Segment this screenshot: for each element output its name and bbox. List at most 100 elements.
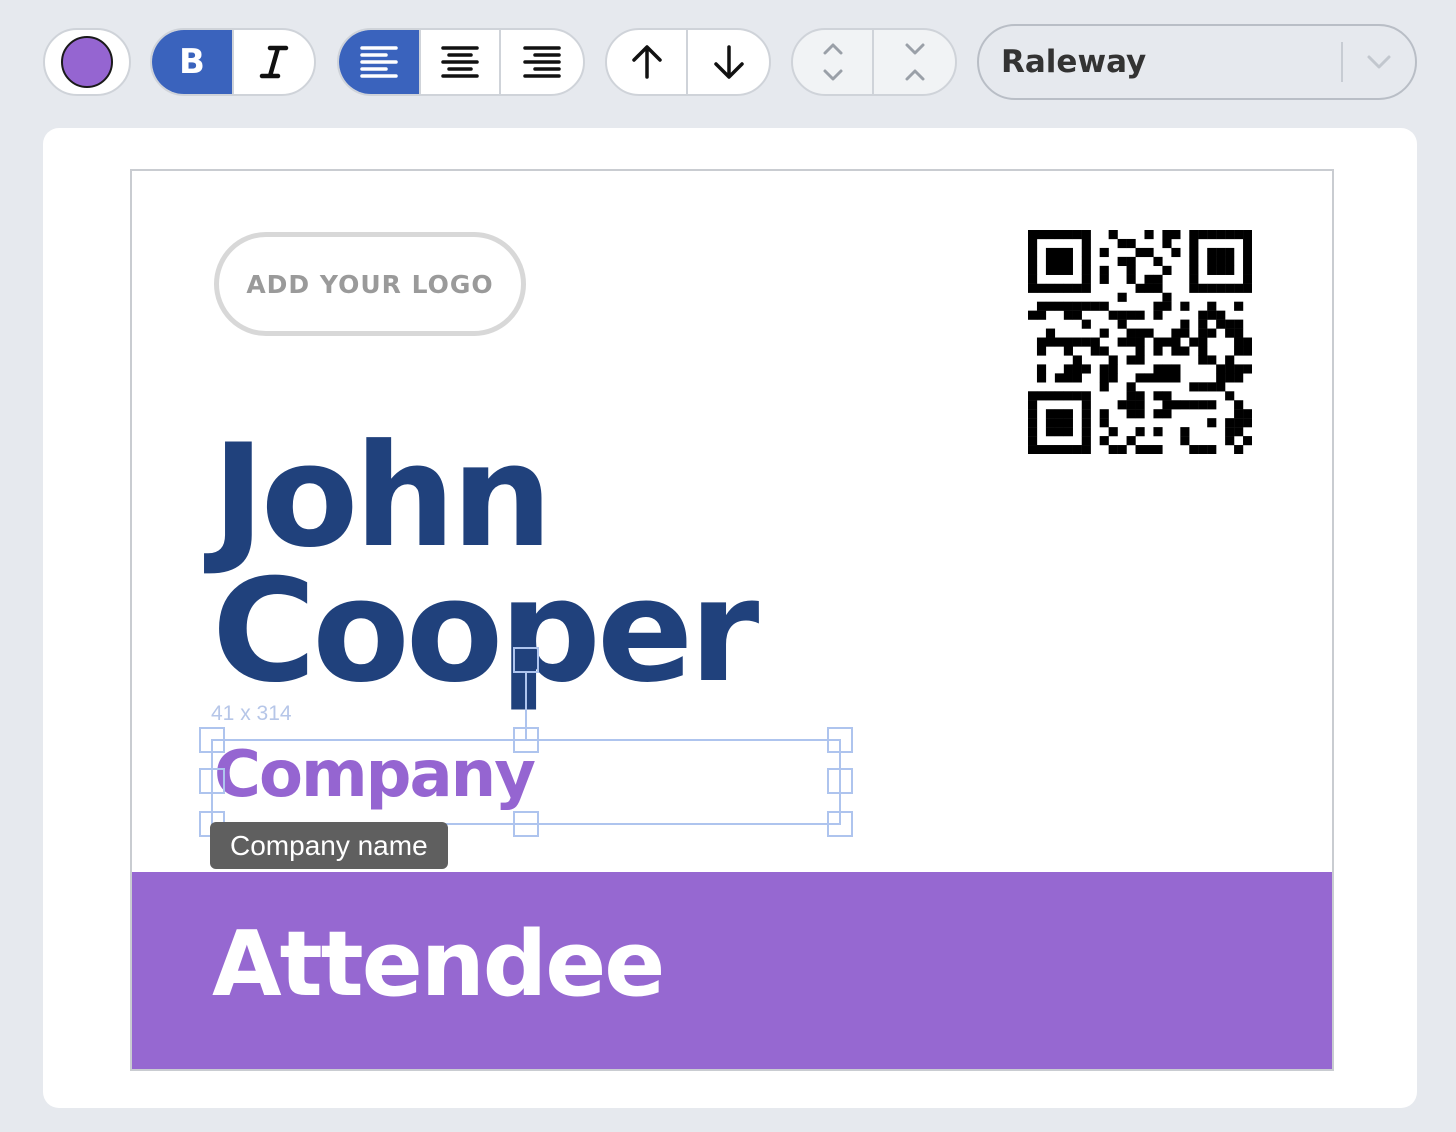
expand-vertical-icon xyxy=(823,43,843,81)
qr-module xyxy=(1072,310,1082,320)
qr-module xyxy=(1028,391,1038,401)
qr-module xyxy=(1144,230,1154,240)
qr-module xyxy=(1099,364,1109,374)
qr-module xyxy=(1198,445,1208,454)
qr-module xyxy=(1045,283,1056,293)
qr-module xyxy=(1117,445,1127,454)
move-up-button[interactable] xyxy=(607,30,689,94)
color-picker-button[interactable] xyxy=(45,30,129,94)
expand-spacing-button[interactable] xyxy=(793,30,875,94)
qr-module xyxy=(1189,382,1199,392)
qr-module xyxy=(1243,283,1252,293)
align-center-button[interactable] xyxy=(421,30,502,94)
qr-module xyxy=(1207,400,1217,410)
resize-handle-right[interactable] xyxy=(827,768,853,794)
text-style-group: B xyxy=(150,28,316,96)
qr-module xyxy=(1225,256,1235,267)
qr-module xyxy=(1028,436,1038,446)
resize-handle-top[interactable] xyxy=(513,727,539,753)
move-down-button[interactable] xyxy=(688,30,769,94)
qr-module xyxy=(1054,301,1065,311)
qr-module xyxy=(1081,400,1091,410)
qr-module xyxy=(1054,337,1065,347)
qr-module xyxy=(1198,337,1208,347)
qr-module xyxy=(1045,328,1056,338)
qr-module xyxy=(1207,328,1217,338)
qr-module xyxy=(1108,427,1118,437)
qr-module xyxy=(1063,265,1073,275)
qr-code-icon[interactable] xyxy=(1028,230,1252,454)
role-banner[interactable]: Attendee xyxy=(132,872,1332,1069)
qr-module xyxy=(1243,409,1252,419)
bold-button[interactable]: B xyxy=(152,30,234,94)
last-name-text[interactable]: Cooper xyxy=(212,561,759,703)
align-center-icon xyxy=(441,46,479,78)
qr-module xyxy=(1063,346,1073,356)
role-text[interactable]: Attendee xyxy=(212,920,665,1010)
qr-module xyxy=(1063,418,1073,428)
qr-module xyxy=(1234,328,1244,338)
qr-module xyxy=(1135,373,1145,383)
qr-module xyxy=(1207,382,1217,392)
align-left-button[interactable] xyxy=(339,30,421,94)
qr-module xyxy=(1225,418,1235,428)
resize-handle-bottom-right[interactable] xyxy=(827,811,853,837)
collapse-spacing-button[interactable] xyxy=(874,30,955,94)
qr-module xyxy=(1153,301,1163,311)
qr-module xyxy=(1117,256,1127,267)
font-family-select[interactable]: Raleway xyxy=(977,24,1417,100)
resize-handle-top-left[interactable] xyxy=(199,727,225,753)
qr-module xyxy=(1207,256,1217,267)
align-right-button[interactable] xyxy=(501,30,583,94)
first-name-text[interactable]: John xyxy=(212,426,553,568)
qr-module xyxy=(1216,256,1226,267)
qr-module xyxy=(1207,230,1217,240)
qr-module xyxy=(1243,337,1252,347)
rotate-handle[interactable] xyxy=(513,647,539,673)
resize-handle-left[interactable] xyxy=(199,768,225,794)
qr-module xyxy=(1135,346,1145,356)
qr-module xyxy=(1216,373,1226,383)
qr-module xyxy=(1207,301,1217,311)
add-logo-button[interactable]: ADD YOUR LOGO xyxy=(214,232,526,336)
qr-module xyxy=(1225,230,1235,240)
resize-handle-bottom[interactable] xyxy=(513,811,539,837)
qr-module xyxy=(1045,427,1056,437)
qr-module xyxy=(1198,328,1208,338)
qr-module xyxy=(1171,373,1181,383)
qr-module xyxy=(1243,247,1252,258)
italic-button[interactable] xyxy=(234,30,314,94)
resize-handle-top-right[interactable] xyxy=(827,727,853,753)
qr-module xyxy=(1234,445,1244,454)
qr-module xyxy=(1117,238,1127,249)
qr-module xyxy=(1028,283,1038,293)
qr-module xyxy=(1081,283,1091,293)
qr-module xyxy=(1198,355,1208,365)
qr-module xyxy=(1234,346,1244,356)
qr-module xyxy=(1234,400,1244,410)
qr-module xyxy=(1063,445,1073,454)
qr-module xyxy=(1243,418,1252,428)
qr-module xyxy=(1207,265,1217,275)
qr-module xyxy=(1108,364,1118,374)
qr-module xyxy=(1126,256,1136,267)
qr-module xyxy=(1036,230,1047,240)
qr-module xyxy=(1171,230,1181,240)
qr-module xyxy=(1225,436,1235,446)
qr-module xyxy=(1036,364,1047,374)
qr-module xyxy=(1171,364,1181,374)
qr-module xyxy=(1028,400,1038,410)
qr-module xyxy=(1135,310,1145,320)
qr-module xyxy=(1171,400,1181,410)
qr-module xyxy=(1207,355,1217,365)
qr-module xyxy=(1144,283,1154,293)
qr-module xyxy=(1028,238,1038,249)
qr-module xyxy=(1135,445,1145,454)
qr-module xyxy=(1036,310,1047,320)
qr-module xyxy=(1234,301,1244,311)
font-dropdown-toggle[interactable] xyxy=(1343,54,1415,70)
qr-module xyxy=(1108,310,1118,320)
qr-module xyxy=(1189,238,1199,249)
qr-module xyxy=(1189,274,1199,284)
qr-module xyxy=(1099,418,1109,428)
